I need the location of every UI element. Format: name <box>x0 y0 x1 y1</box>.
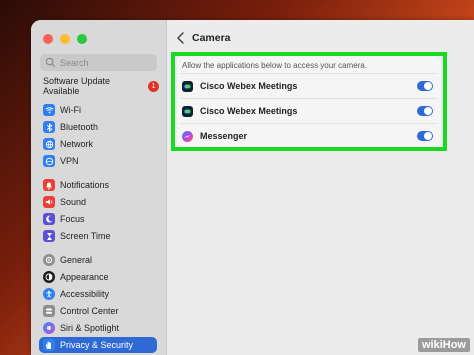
camera-access-toggle[interactable] <box>417 106 433 116</box>
search-placeholder: Search <box>60 57 89 68</box>
bluetooth-icon <box>43 121 55 133</box>
sidebar-item-notifications[interactable]: Notifications <box>39 177 157 193</box>
back-chevron-icon[interactable] <box>175 31 187 45</box>
sidebar-item-label: Focus <box>60 214 85 224</box>
sidebar-item-focus[interactable]: Focus <box>39 211 157 227</box>
panel-description: Allow the applications below to access y… <box>182 61 367 70</box>
main-pane: Camera Allow the applications below to a… <box>167 20 474 355</box>
app-name: Cisco Webex Meetings <box>200 81 298 91</box>
sidebar-item-appearance[interactable]: Appearance <box>39 269 157 285</box>
hourglass-icon <box>43 230 55 242</box>
webex-icon <box>182 105 193 117</box>
sidebar-item-label: Appearance <box>60 272 109 282</box>
gear-icon <box>43 254 55 266</box>
vpn-icon <box>43 155 55 167</box>
control-center-icon <box>43 305 55 317</box>
close-button[interactable] <box>43 34 53 44</box>
software-update-label: Software Update Available <box>43 76 111 96</box>
sidebar-item-sound[interactable]: Sound <box>39 194 157 210</box>
sidebar-item-privacy-security[interactable]: Privacy & Security <box>39 337 157 353</box>
software-update-item[interactable]: Software Update Available 1 <box>43 76 159 96</box>
app-row: Cisco Webex Meetings <box>181 98 437 123</box>
siri-icon <box>43 322 55 334</box>
window-controls <box>43 34 87 44</box>
search-field[interactable]: Search <box>40 54 157 71</box>
sidebar-item-label: Accessibility <box>60 289 110 299</box>
sidebar-item-label: Control Center <box>60 306 119 316</box>
messenger-icon <box>182 130 193 142</box>
sidebar-item-label: Notifications <box>60 180 110 190</box>
sidebar-item-label: Network <box>60 139 94 149</box>
sidebar: Search Software Update Available 1 Wi-Fi… <box>31 20 167 355</box>
app-name: Messenger <box>200 131 248 141</box>
sidebar-item-control-center[interactable]: Control Center <box>39 303 157 319</box>
page-title: Camera <box>192 32 231 44</box>
hand-icon <box>43 339 55 351</box>
sidebar-item-label: General <box>60 255 93 265</box>
network-icon <box>43 138 55 150</box>
sidebar-item-label: VPN <box>60 156 79 166</box>
sidebar-item-bluetooth[interactable]: Bluetooth <box>39 119 157 135</box>
moon-icon <box>43 213 55 225</box>
camera-apps-panel: Allow the applications below to access y… <box>177 56 441 147</box>
update-count-badge: 1 <box>148 80 159 92</box>
camera-access-toggle[interactable] <box>417 131 433 141</box>
app-row: Cisco Webex Meetings <box>181 73 437 98</box>
sidebar-item-label: Sound <box>60 197 87 207</box>
sidebar-item-label: Screen Time <box>60 231 111 241</box>
appearance-icon <box>43 271 55 283</box>
wifi-icon <box>43 104 55 116</box>
sidebar-item-label: Privacy & Security <box>60 340 134 350</box>
sidebar-item-screen-time[interactable]: Screen Time <box>39 228 157 244</box>
sidebar-item-siri-spotlight[interactable]: Siri & Spotlight <box>39 320 157 336</box>
accessibility-icon <box>43 288 55 300</box>
sidebar-item-label: Bluetooth <box>60 122 99 132</box>
minimize-button[interactable] <box>60 34 70 44</box>
sidebar-item-label: Wi-Fi <box>60 105 81 115</box>
sidebar-item-network[interactable]: Network <box>39 136 157 152</box>
app-row: Messenger <box>181 123 437 148</box>
search-icon <box>45 57 56 68</box>
app-name: Cisco Webex Meetings <box>200 106 298 116</box>
sidebar-item-accessibility[interactable]: Accessibility <box>39 286 157 302</box>
speaker-icon <box>43 196 55 208</box>
camera-access-toggle[interactable] <box>417 81 433 91</box>
bell-icon <box>43 179 55 191</box>
sidebar-item-vpn[interactable]: VPN <box>39 153 157 169</box>
settings-window: Search Software Update Available 1 Wi-Fi… <box>31 20 474 355</box>
sidebar-item-wifi[interactable]: Wi-Fi <box>39 102 157 118</box>
zoom-button[interactable] <box>77 34 87 44</box>
webex-icon <box>182 80 193 92</box>
sidebar-item-label: Siri & Spotlight <box>60 323 120 333</box>
sidebar-item-general[interactable]: General <box>39 252 157 268</box>
watermark: wikiHow <box>417 338 470 352</box>
